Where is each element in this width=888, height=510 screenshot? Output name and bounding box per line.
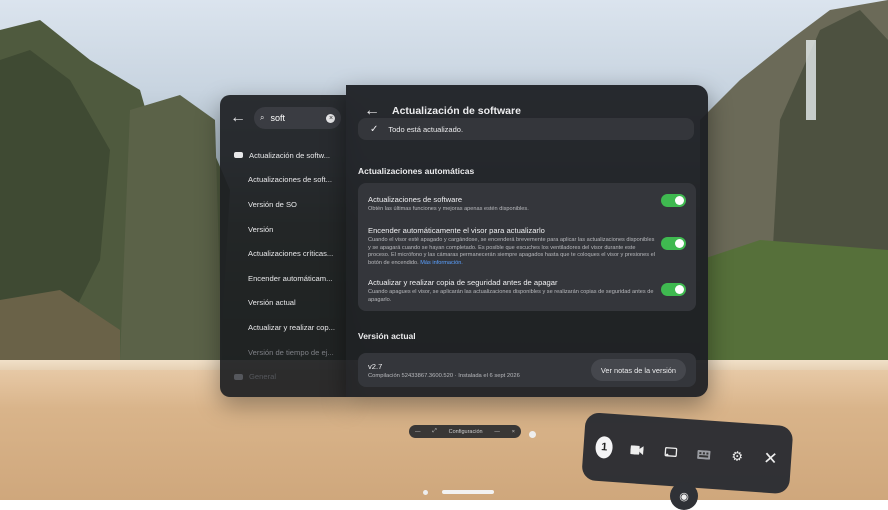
gear-icon[interactable]: ⚙: [728, 445, 747, 468]
resize-icon[interactable]: ⤢: [432, 428, 436, 435]
cast-icon[interactable]: [661, 440, 680, 463]
sidebar-item-label: Actualizaciones de soft...: [248, 175, 332, 185]
apps-grid-icon[interactable]: [695, 443, 714, 466]
sidebar-item-auto-power-on[interactable]: Encender automáticam...: [220, 266, 346, 291]
setting-row-update-backup: Actualizar y realizar copia de seguridad…: [368, 278, 686, 304]
software-updates-toggle[interactable]: [661, 194, 686, 207]
update-status-card: ✓ Todo está actualizado.: [358, 118, 694, 140]
minimize-icon[interactable]: —: [415, 429, 421, 435]
setting-description: Cuando apagues el visor, se aplicarán la…: [368, 289, 654, 303]
sidebar-item-os-version[interactable]: Versión de SO: [220, 192, 346, 217]
video-camera-icon[interactable]: [628, 438, 647, 461]
sidebar-item-update-and-backup[interactable]: Actualizar y realizar cop...: [220, 315, 346, 340]
auto-updates-heading: Actualizaciones automáticas: [358, 166, 475, 176]
sidebar-item-label: Versión de SO: [248, 199, 297, 209]
sidebar-item-label: Versión: [248, 224, 274, 234]
setting-description: Cuando el visor esté apagado y cargándos…: [368, 237, 658, 267]
setting-row-software-updates: Actualizaciones de software Obtén las úl…: [368, 194, 686, 214]
sidebar-item-runtime-version[interactable]: Versión de tiempo de ej...: [220, 340, 346, 365]
home-indicator-bar[interactable]: [442, 490, 494, 494]
back-arrow-icon[interactable]: ←: [230, 108, 246, 128]
sidebar-item-label: General: [249, 372, 277, 382]
sidebar-item-label: Actualizaciones críticas...: [248, 249, 334, 259]
sidebar-item-label: Actualización de softw...: [249, 150, 331, 160]
clear-search-icon[interactable]: ×: [326, 113, 336, 123]
setting-description-text: Cuando el visor esté apagado y cargándos…: [368, 237, 655, 266]
settings-sidebar: ← ⌕ × Actualización de softw... Actualiz…: [220, 95, 346, 397]
search-field[interactable]: ⌕ ×: [254, 107, 342, 129]
setting-row-auto-power-on: Encender automáticamente el visor para a…: [368, 226, 686, 267]
more-info-link[interactable]: Más información.: [420, 260, 463, 266]
sidebar-item-current-version[interactable]: Versión actual: [220, 291, 346, 316]
version-number: v2.7: [368, 361, 383, 371]
minus-icon[interactable]: —: [494, 429, 500, 435]
build-info: Compilación 52433867.3600.520 · Instalad…: [368, 372, 520, 379]
sidebar-item-label: Actualizar y realizar cop...: [248, 322, 335, 332]
setting-title: Encender automáticamente el visor para a…: [368, 226, 545, 235]
sidebar-item-general[interactable]: General: [220, 364, 346, 389]
cursor-dot: [529, 431, 536, 438]
auto-updates-card: Actualizaciones de software Obtén las úl…: [358, 183, 696, 311]
release-notes-button[interactable]: Ver notas de la versión: [590, 359, 686, 381]
update-status-text: Todo está actualizado.: [388, 124, 464, 134]
window-control-bar[interactable]: — ⤢ Configuración — ×: [409, 425, 521, 438]
camera-icon[interactable]: ◉: [670, 482, 698, 510]
sidebar-item-software-updates[interactable]: Actualizaciones de soft...: [220, 168, 346, 193]
setting-description: Obtén las últimas funciones y mejoras ap…: [368, 206, 529, 212]
auto-power-on-toggle[interactable]: [661, 237, 686, 250]
sidebar-item-critical-updates[interactable]: Actualizaciones críticas...: [220, 241, 346, 266]
setting-title: Actualizar y realizar copia de seguridad…: [368, 278, 558, 287]
search-icon: ⌕: [260, 113, 265, 122]
current-version-heading: Versión actual: [358, 331, 416, 341]
headset-icon: [234, 373, 243, 380]
sidebar-item-label: Versión actual: [248, 298, 296, 308]
page-indicator-dot: [423, 490, 428, 495]
close-icon[interactable]: ×: [512, 429, 515, 435]
page-title: Actualización de software: [392, 105, 521, 117]
window-title: Configuración: [448, 428, 483, 435]
sidebar-top-bar: ← ⌕ ×: [220, 95, 346, 141]
sidebar-item-version[interactable]: Versión: [220, 217, 346, 242]
version-info: v2.7 Compilación 52433867.3600.520 · Ins…: [368, 362, 520, 379]
update-backup-toggle[interactable]: [661, 283, 686, 296]
setting-title: Actualizaciones de software: [368, 195, 463, 204]
current-version-card: v2.7 Compilación 52433867.3600.520 · Ins…: [358, 353, 696, 387]
software-update-panel: ← Actualización de software ✓ Todo está …: [346, 85, 708, 397]
close-icon[interactable]: ✕: [761, 447, 780, 470]
sidebar-item-label: Versión de tiempo de ej...: [248, 347, 334, 357]
notification-badge-button[interactable]: 1: [594, 435, 614, 459]
search-input[interactable]: [268, 112, 323, 124]
search-results-list: Actualización de softw... Actualizacione…: [220, 143, 346, 389]
sidebar-item-label: Encender automáticam...: [248, 273, 333, 283]
checkmark-icon: ✓: [370, 123, 379, 135]
sidebar-item-software-update[interactable]: Actualización de softw...: [220, 143, 346, 168]
headset-icon: [234, 152, 243, 159]
